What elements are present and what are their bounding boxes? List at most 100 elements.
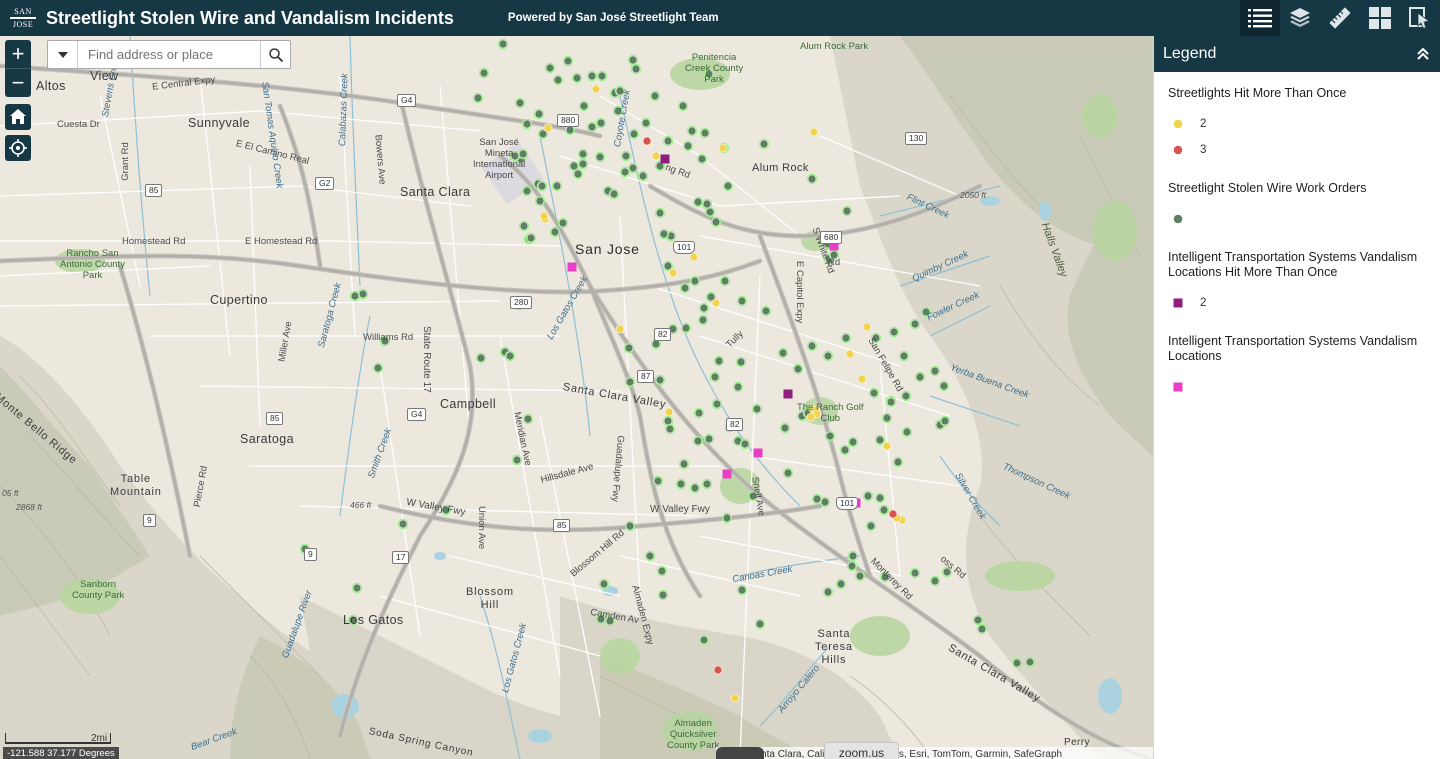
- streetlight-incident-point[interactable]: [620, 167, 630, 177]
- streetlight-incident-point[interactable]: [537, 181, 547, 191]
- streetlight-incident-point[interactable]: [638, 171, 648, 181]
- streetlight-incident-point[interactable]: [628, 55, 638, 65]
- streetlight-incident-point[interactable]: [702, 199, 712, 209]
- streetlight-incident-point[interactable]: [1012, 658, 1022, 668]
- its-vandalism-repeat-point[interactable]: [660, 154, 670, 164]
- streetlight-incident-point[interactable]: [812, 494, 822, 504]
- streetlight-incident-point[interactable]: [572, 73, 582, 83]
- streetlight-incident-point[interactable]: [910, 568, 920, 578]
- streetlight-incident-point[interactable]: [712, 399, 722, 409]
- streetlight-incident-point[interactable]: [596, 118, 606, 128]
- its-vandalism-point[interactable]: [722, 469, 732, 479]
- streetlight-incident-point[interactable]: [679, 459, 689, 469]
- streetlight-incident-point[interactable]: [350, 291, 360, 301]
- streetlight-incident-point[interactable]: [888, 509, 898, 519]
- streetlight-incident-point[interactable]: [522, 119, 532, 129]
- streetlight-incident-point[interactable]: [829, 250, 839, 260]
- streetlight-incident-point[interactable]: [899, 351, 909, 361]
- streetlight-incident-point[interactable]: [761, 306, 771, 316]
- streetlight-incident-point[interactable]: [655, 208, 665, 218]
- map-view[interactable]: Altos View Sunnyvale Santa Clara San Jos…: [0, 36, 1153, 759]
- streetlight-incident-point[interactable]: [698, 315, 708, 325]
- streetlight-incident-point[interactable]: [512, 455, 522, 465]
- streetlight-incident-point[interactable]: [522, 186, 532, 196]
- streetlight-incident-point[interactable]: [665, 424, 675, 434]
- streetlight-incident-point[interactable]: [869, 388, 879, 398]
- streetlight-incident-point[interactable]: [722, 513, 732, 523]
- streetlight-incident-point[interactable]: [842, 206, 852, 216]
- streetlight-incident-point[interactable]: [823, 587, 833, 597]
- streetlight-incident-point[interactable]: [689, 252, 699, 262]
- streetlight-incident-point[interactable]: [510, 151, 520, 161]
- streetlight-incident-point[interactable]: [348, 615, 358, 625]
- streetlight-incident-point[interactable]: [863, 491, 873, 501]
- streetlight-incident-point[interactable]: [942, 567, 952, 577]
- streetlight-incident-point[interactable]: [930, 366, 940, 376]
- streetlight-incident-point[interactable]: [809, 127, 819, 137]
- streetlight-incident-point[interactable]: [505, 351, 515, 361]
- streetlight-incident-point[interactable]: [825, 431, 835, 441]
- locate-button[interactable]: [5, 135, 31, 161]
- streetlight-incident-point[interactable]: [848, 551, 858, 561]
- streetlight-incident-point[interactable]: [748, 491, 758, 501]
- streetlight-incident-point[interactable]: [358, 289, 368, 299]
- streetlight-incident-point[interactable]: [759, 139, 769, 149]
- streetlight-incident-point[interactable]: [523, 414, 533, 424]
- streetlight-incident-point[interactable]: [889, 327, 899, 337]
- map-attribution[interactable]: unty of Santa Clara, California State Pa…: [716, 747, 1153, 759]
- streetlight-incident-point[interactable]: [714, 356, 724, 366]
- streetlight-incident-point[interactable]: [609, 189, 619, 199]
- streetlight-incident-point[interactable]: [940, 416, 950, 426]
- streetlight-incident-point[interactable]: [668, 268, 678, 278]
- streetlight-incident-point[interactable]: [882, 441, 892, 451]
- streetlight-incident-point[interactable]: [373, 363, 383, 373]
- streetlight-incident-point[interactable]: [398, 519, 408, 529]
- streetlight-incident-point[interactable]: [806, 412, 816, 422]
- streetlight-incident-point[interactable]: [752, 404, 762, 414]
- streetlight-incident-point[interactable]: [545, 63, 555, 73]
- streetlight-incident-point[interactable]: [663, 136, 673, 146]
- streetlight-incident-point[interactable]: [840, 445, 850, 455]
- streetlight-incident-point[interactable]: [650, 91, 660, 101]
- streetlight-incident-point[interactable]: [915, 372, 925, 382]
- streetlight-incident-point[interactable]: [711, 217, 721, 227]
- streetlight-incident-point[interactable]: [655, 375, 665, 385]
- streetlight-incident-point[interactable]: [694, 408, 704, 418]
- streetlight-incident-point[interactable]: [596, 614, 606, 624]
- measure-tool-button[interactable]: [1320, 0, 1360, 36]
- streetlight-incident-point[interactable]: [629, 129, 639, 139]
- streetlight-incident-point[interactable]: [690, 276, 700, 286]
- streetlight-incident-point[interactable]: [587, 71, 597, 81]
- streetlight-incident-point[interactable]: [710, 372, 720, 382]
- zoom-us-tab[interactable]: zoom.us: [824, 742, 899, 759]
- legend-tool-button[interactable]: [1240, 0, 1280, 36]
- streetlight-incident-point[interactable]: [1025, 657, 1035, 667]
- streetlight-incident-point[interactable]: [737, 585, 747, 595]
- streetlight-incident-point[interactable]: [847, 561, 857, 571]
- streetlight-incident-point[interactable]: [902, 427, 912, 437]
- streetlight-incident-point[interactable]: [535, 196, 545, 206]
- streetlight-incident-point[interactable]: [625, 521, 635, 531]
- zoom-in-button[interactable]: +: [5, 40, 31, 68]
- basemap[interactable]: [0, 36, 1153, 759]
- streetlight-incident-point[interactable]: [875, 435, 885, 445]
- streetlight-incident-point[interactable]: [697, 154, 707, 164]
- search-input[interactable]: [78, 41, 260, 68]
- streetlight-incident-point[interactable]: [841, 333, 851, 343]
- streetlight-incident-point[interactable]: [587, 122, 597, 132]
- streetlight-incident-point[interactable]: [733, 382, 743, 392]
- zoom-out-button[interactable]: −: [5, 68, 31, 97]
- streetlight-incident-point[interactable]: [693, 197, 703, 207]
- streetlight-incident-point[interactable]: [736, 357, 746, 367]
- streetlight-incident-point[interactable]: [573, 169, 583, 179]
- streetlight-incident-point[interactable]: [615, 324, 625, 334]
- streetlight-incident-point[interactable]: [702, 479, 712, 489]
- streetlight-incident-point[interactable]: [498, 39, 508, 49]
- streetlight-incident-point[interactable]: [866, 521, 876, 531]
- streetlight-incident-point[interactable]: [613, 106, 623, 116]
- streetlight-incident-point[interactable]: [680, 283, 690, 293]
- streetlight-incident-point[interactable]: [700, 128, 710, 138]
- streetlight-incident-point[interactable]: [621, 151, 631, 161]
- streetlight-incident-point[interactable]: [565, 125, 575, 135]
- streetlight-incident-point[interactable]: [651, 151, 661, 161]
